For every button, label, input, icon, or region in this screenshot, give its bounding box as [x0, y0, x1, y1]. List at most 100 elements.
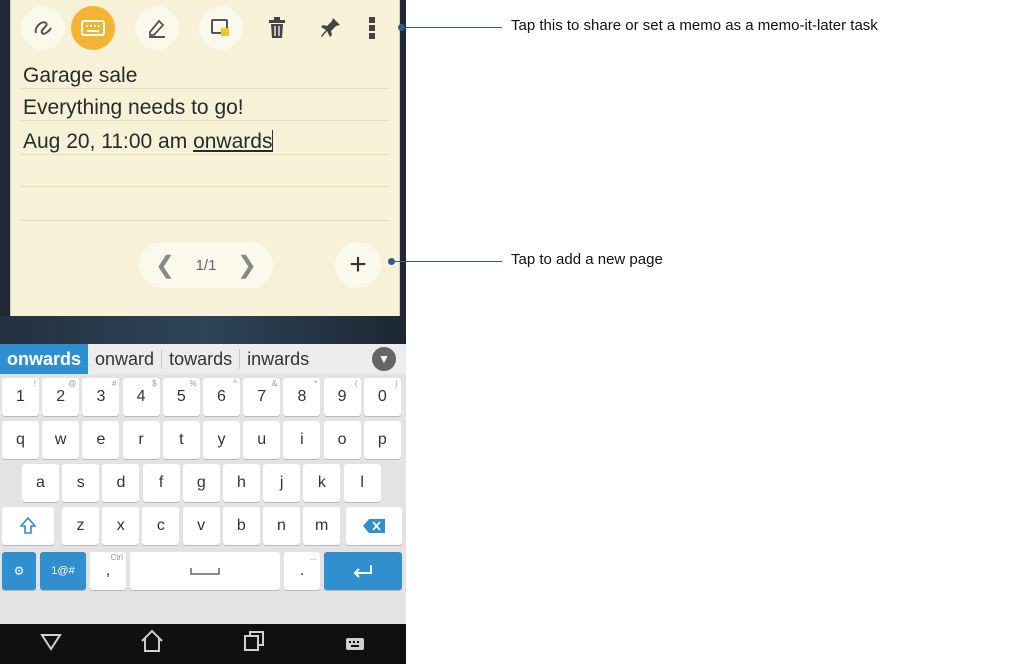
handwriting-button[interactable]	[21, 6, 65, 50]
key-z[interactable]: z	[62, 507, 99, 545]
key-9[interactable]: 9(	[323, 378, 361, 416]
key-g[interactable]: g	[182, 464, 220, 502]
expand-suggestions-button[interactable]: ▼	[372, 347, 396, 371]
gear-icon: ⚙	[13, 564, 25, 578]
memo-page[interactable]: Garage sale Everything needs to go! Aug …	[10, 0, 400, 316]
suggestion-item[interactable]: inwards	[240, 344, 316, 374]
comma-key[interactable]: , Ctrl	[90, 552, 126, 590]
shift-icon	[20, 517, 36, 534]
period-key[interactable]: ....	[284, 552, 320, 590]
callout-leader-line	[392, 261, 502, 262]
suggestion-item[interactable]: onward	[88, 344, 161, 374]
key-v[interactable]: v	[182, 507, 220, 545]
key-h-label: h	[237, 474, 246, 491]
keyboard-switch-button[interactable]	[325, 631, 385, 657]
suggestion-item[interactable]: towards	[162, 344, 239, 374]
key-u[interactable]: u	[243, 421, 281, 459]
key-6[interactable]: 6 ^	[203, 378, 240, 416]
symbols-key-label: 1@#	[51, 565, 75, 577]
key-7-alt-label: &	[271, 379, 278, 388]
key-y[interactable]: y	[203, 421, 240, 459]
key-1[interactable]: 1!	[2, 378, 39, 416]
key-m[interactable]: m	[303, 507, 341, 545]
key-4-alt-label: $	[152, 379, 157, 388]
key-o-label: o	[337, 431, 347, 448]
symbols-key[interactable]: 1@#	[40, 552, 86, 590]
key-2-alt-label: @	[68, 379, 77, 388]
key-1-alt-label: !	[33, 379, 36, 388]
settings-key[interactable]: ⚙	[2, 552, 36, 590]
key-l[interactable]: l	[343, 464, 381, 502]
key-i[interactable]: i	[283, 421, 321, 459]
key-e[interactable]: e	[82, 421, 120, 459]
keyboard-icon	[81, 19, 105, 37]
key-t[interactable]: t	[162, 421, 200, 459]
pen-button[interactable]	[135, 6, 179, 50]
memo-color-button[interactable]	[199, 6, 243, 50]
key-p[interactable]: p	[363, 421, 401, 459]
key-n[interactable]: n	[263, 507, 300, 545]
next-page-button[interactable]: ❯	[237, 251, 257, 280]
trash-icon	[267, 17, 287, 39]
suggestion-item[interactable]: onwards	[0, 344, 89, 374]
period-key-alt-label: ...	[310, 553, 317, 562]
key-x[interactable]: x	[102, 507, 140, 545]
memo-rule	[21, 120, 389, 121]
previous-page-button[interactable]: ❮	[155, 251, 175, 280]
key-k[interactable]: k	[303, 464, 341, 502]
recent-apps-button[interactable]	[224, 630, 284, 658]
key-3[interactable]: 3 #	[82, 378, 120, 416]
callout-leader-line	[402, 27, 502, 28]
memo-rule	[21, 220, 389, 221]
key-5[interactable]: 5%	[162, 378, 200, 416]
key-s-label: s	[76, 474, 85, 491]
comma-key-alt-label: Ctrl	[110, 553, 123, 562]
memo-underlined-word: onwards	[193, 130, 273, 153]
key-a[interactable]: a	[22, 464, 59, 502]
delete-button[interactable]	[255, 6, 299, 50]
backspace-key[interactable]	[346, 507, 402, 545]
home-button[interactable]	[122, 629, 182, 659]
key-w[interactable]: w	[42, 421, 80, 459]
back-button[interactable]	[21, 631, 81, 657]
home-icon	[141, 629, 163, 652]
wallpaper-strip	[0, 316, 406, 344]
space-key[interactable]	[130, 552, 280, 590]
key-5-alt-label: %	[189, 379, 197, 388]
memo-line[interactable]: Garage sale	[23, 64, 137, 88]
key-6-label: 6	[217, 388, 226, 405]
key-h[interactable]: h	[223, 464, 260, 502]
key-3-label: 3	[96, 388, 106, 405]
memo-line[interactable]: Aug 20, 11:00 am onwards	[23, 130, 274, 154]
key-b[interactable]: b	[222, 507, 260, 545]
key-f[interactable]: f	[142, 464, 180, 502]
shift-key[interactable]	[2, 507, 54, 545]
pin-button[interactable]	[309, 6, 353, 50]
key-7[interactable]: 7 &	[243, 378, 281, 416]
keyboard-button[interactable]	[71, 6, 115, 50]
key-d[interactable]: d	[102, 464, 140, 502]
key-r[interactable]: r	[122, 421, 160, 459]
callout-more-options: Tap this to share or set a memo as a mem…	[511, 17, 878, 34]
key-8-label: 8	[297, 388, 307, 405]
more-options-button[interactable]	[357, 6, 387, 50]
key-j[interactable]: j	[263, 464, 301, 502]
enter-key[interactable]	[324, 552, 402, 590]
keyboard-icon	[346, 638, 365, 650]
key-0[interactable]: 0)	[363, 378, 401, 416]
add-page-button[interactable]: +	[335, 242, 381, 288]
phone-screen: Garage sale Everything needs to go! Aug …	[0, 0, 406, 664]
key-4[interactable]: 4 $	[122, 378, 160, 416]
key-q[interactable]: q	[2, 421, 39, 459]
chevron-down-icon: ▼	[378, 352, 390, 366]
key-2[interactable]: 2 @	[42, 378, 80, 416]
key-c[interactable]: c	[142, 507, 180, 545]
key-o[interactable]: o	[323, 421, 361, 459]
key-s[interactable]: s	[62, 464, 100, 502]
key-w-label: w	[54, 431, 67, 448]
key-8[interactable]: 8 *	[283, 378, 321, 416]
memo-line[interactable]: Everything needs to go!	[23, 96, 244, 120]
key-v-label: v	[197, 517, 206, 534]
page-indicator: 1/1	[195, 256, 217, 274]
memo-date-text: Aug 20, 11:00 am	[23, 130, 194, 153]
